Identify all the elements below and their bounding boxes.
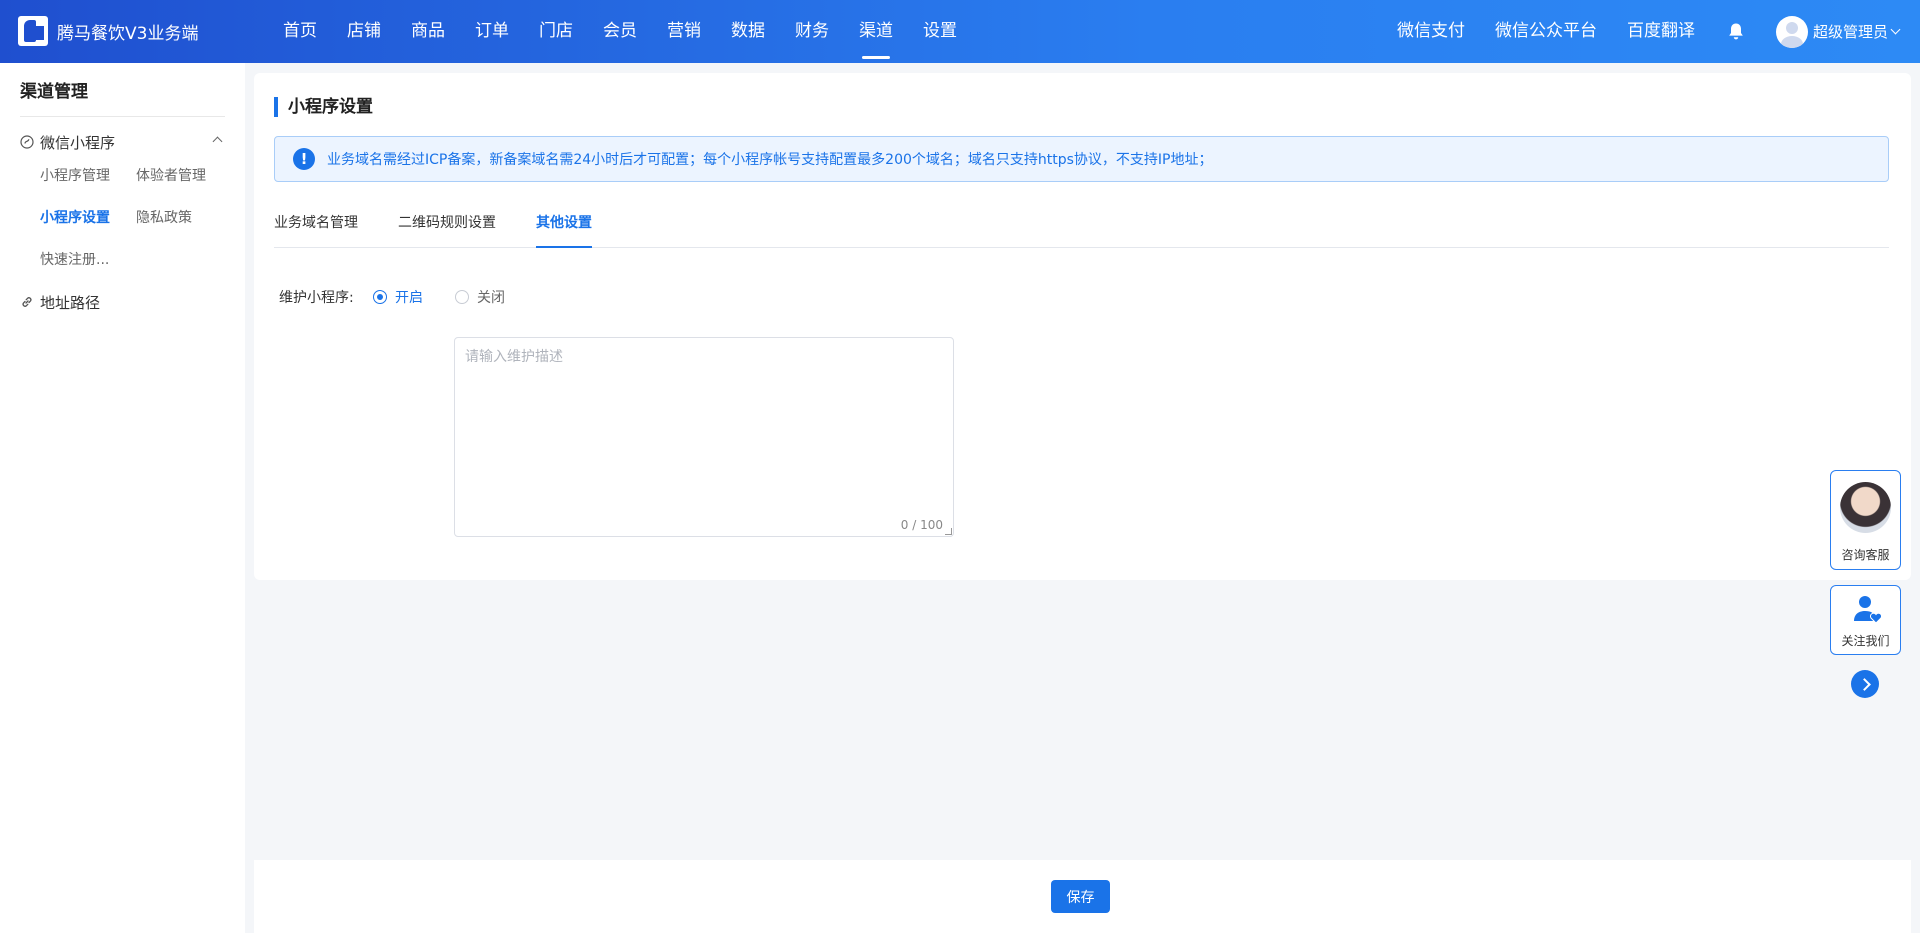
avatar bbox=[1776, 15, 1808, 48]
sidebar-divider bbox=[20, 116, 225, 117]
nav-item-stores[interactable]: 门店 bbox=[524, 0, 588, 63]
radio-label: 开启 bbox=[395, 290, 423, 306]
tab-business-domain[interactable]: 业务域名管理 bbox=[274, 213, 358, 248]
info-icon: ! bbox=[293, 148, 315, 170]
service-agent-avatar bbox=[1840, 482, 1891, 533]
nav-item-products[interactable]: 商品 bbox=[396, 0, 460, 63]
page-title: 小程序设置 bbox=[274, 97, 373, 117]
top-bar: 腾马餐饮V3业务端 首页 店铺 商品 订单 门店 会员 营销 数据 财务 渠道 … bbox=[0, 0, 1920, 63]
radio-dot bbox=[455, 290, 469, 304]
sidebar-group-label: 微信小程序 bbox=[40, 133, 116, 152]
nav-item-orders[interactable]: 订单 bbox=[460, 0, 524, 63]
sidebar-group-wechat-miniprogram[interactable]: 微信小程序 bbox=[20, 127, 225, 157]
brand[interactable]: 腾马餐饮V3业务端 bbox=[18, 14, 198, 48]
radio-enable[interactable]: 开启 bbox=[373, 287, 423, 307]
settings-card: 小程序设置 ! 业务域名需经过ICP备案，新备案域名需24小时后才可配置；每个小… bbox=[254, 73, 1911, 580]
radio-dot bbox=[373, 290, 387, 304]
chevron-down-icon bbox=[1890, 24, 1901, 35]
maintenance-description: 0 / 100 bbox=[454, 337, 954, 537]
nav-item-shop[interactable]: 店铺 bbox=[332, 0, 396, 63]
radio-label: 关闭 bbox=[477, 290, 505, 306]
consult-label: 咨询客服 bbox=[1841, 548, 1890, 562]
footer-bar: 保存 bbox=[254, 860, 1911, 933]
sidebar-item-privacy-policy[interactable]: 隐私政策 bbox=[136, 207, 192, 227]
nav-item-channels[interactable]: 渠道 bbox=[844, 0, 908, 63]
user-heart-icon bbox=[1854, 596, 1883, 624]
nav-item-settings[interactable]: 设置 bbox=[908, 0, 972, 63]
nav-item-home[interactable]: 首页 bbox=[268, 0, 332, 63]
tabs: 业务域名管理 二维码规则设置 其他设置 bbox=[274, 213, 1889, 248]
miniprogram-icon bbox=[20, 135, 34, 149]
sidebar-group-address-path[interactable]: 地址路径 bbox=[20, 287, 100, 317]
follow-us-button[interactable]: 关注我们 bbox=[1830, 585, 1901, 655]
nav-item-finance[interactable]: 财务 bbox=[780, 0, 844, 63]
chevron-right-icon[interactable] bbox=[1851, 670, 1879, 698]
sidebar-title: 渠道管理 bbox=[20, 82, 88, 102]
maintenance-label: 维护小程序: bbox=[279, 290, 354, 306]
maintenance-description-input[interactable] bbox=[455, 338, 953, 536]
alert-text: 业务域名需经过ICP备案，新备案域名需24小时后才可配置；每个小程序帐号支持配置… bbox=[327, 152, 1213, 168]
brand-name: 腾马餐饮V3业务端 bbox=[57, 23, 199, 44]
nav-item-data[interactable]: 数据 bbox=[716, 0, 780, 63]
sidebar-item-miniprogram-settings[interactable]: 小程序设置 bbox=[40, 207, 110, 227]
resize-handle[interactable] bbox=[945, 528, 952, 535]
sidebar-item-quick-register[interactable]: 快速注册... bbox=[40, 249, 109, 269]
horse-logo-icon bbox=[18, 16, 48, 46]
sidebar: 渠道管理 微信小程序 小程序管理 体验者管理 小程序设置 隐私政策 快速注册..… bbox=[0, 63, 245, 933]
top-links: 微信支付 微信公众平台 百度翻译 bbox=[1382, 0, 1710, 63]
follow-label: 关注我们 bbox=[1841, 634, 1890, 648]
link-icon bbox=[22, 297, 32, 307]
consult-service-button[interactable]: 咨询客服 bbox=[1830, 470, 1901, 570]
info-alert: ! 业务域名需经过ICP备案，新备案域名需24小时后才可配置；每个小程序帐号支持… bbox=[274, 136, 1889, 182]
link-wechat-mp[interactable]: 微信公众平台 bbox=[1480, 0, 1612, 63]
bell-icon[interactable] bbox=[1727, 22, 1745, 41]
link-wechat-pay[interactable]: 微信支付 bbox=[1382, 0, 1480, 63]
char-counter: 0 / 100 bbox=[900, 518, 943, 532]
chevron-up-icon bbox=[212, 136, 223, 147]
nav-item-members[interactable]: 会员 bbox=[588, 0, 652, 63]
sidebar-item-miniprogram-manage[interactable]: 小程序管理 bbox=[40, 165, 110, 185]
radio-disable[interactable]: 关闭 bbox=[455, 287, 505, 307]
save-button[interactable]: 保存 bbox=[1051, 880, 1110, 913]
user-name: 超级管理员 bbox=[1813, 23, 1889, 41]
sidebar-item-tester-manage[interactable]: 体验者管理 bbox=[136, 165, 206, 185]
tab-other-settings[interactable]: 其他设置 bbox=[536, 213, 592, 248]
link-baidu-translate[interactable]: 百度翻译 bbox=[1612, 0, 1710, 63]
sidebar-group-label: 地址路径 bbox=[40, 293, 101, 312]
nav-item-marketing[interactable]: 营销 bbox=[652, 0, 716, 63]
tab-qrcode-rules[interactable]: 二维码规则设置 bbox=[398, 213, 496, 248]
user-menu[interactable]: 超级管理员 bbox=[1776, 15, 1901, 48]
main-nav: 首页 店铺 商品 订单 门店 会员 营销 数据 财务 渠道 设置 bbox=[268, 0, 972, 63]
